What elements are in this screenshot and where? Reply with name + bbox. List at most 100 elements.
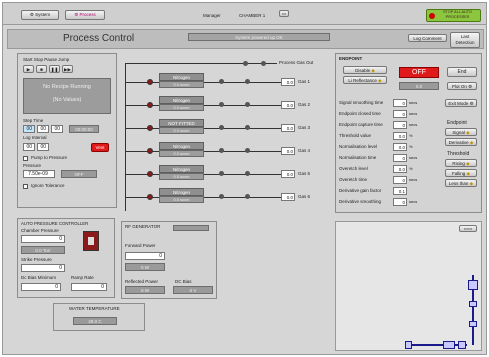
endpoint-param-row: Endpoint closed time 0 secs (339, 110, 419, 119)
gas-label: Gas 6 (298, 194, 311, 199)
ramp-rate-input[interactable]: 0 (71, 283, 107, 291)
valve-icon[interactable] (147, 125, 153, 131)
exit-mode-button[interactable]: Exit Mode ⚙ (445, 99, 477, 107)
li-reflectance-select[interactable]: Li Reflectance ◆ (343, 76, 387, 84)
endpoint-param-name: Derivative smoothing (339, 199, 382, 204)
log-interval-seconds[interactable]: 00 (37, 143, 49, 151)
valve-icon[interactable] (147, 171, 153, 177)
vertical-scroll-thumb[interactable] (468, 280, 478, 290)
plot-panel (335, 221, 482, 351)
pump-label: Pump to Pressure (31, 155, 68, 160)
flow-node-icon (245, 102, 250, 107)
chamber-pressure-state: 0.0 Torr (21, 246, 65, 254)
gas-name: Nitrogen (159, 165, 204, 173)
vent-button[interactable]: Vent (91, 143, 109, 152)
flow-node-icon (219, 102, 224, 107)
dc-bias-min-input[interactable]: 0 (21, 283, 61, 291)
gear-icon: ⚙ (468, 84, 473, 89)
endpoint-param-name: Overetch time (339, 177, 368, 182)
gas-setpoint-input[interactable]: 0.0 (281, 124, 295, 132)
page-title: Process Control (63, 33, 135, 44)
endpoint-param-row: Endpoint capture time 0 secs (339, 121, 419, 130)
log-interval-minutes[interactable]: 00 (23, 143, 35, 151)
forward-power-input[interactable]: 0 (125, 252, 165, 260)
gas-setpoint-input[interactable]: 0.0 (281, 170, 295, 178)
plot-on-button[interactable]: Plot On ⚙ (447, 82, 477, 90)
derivative-button[interactable]: Derivative ◆ (445, 138, 477, 146)
log-comment-button[interactable]: Log Comment (408, 34, 447, 42)
rising-button[interactable]: Rising ◆ (445, 159, 477, 167)
step-time-minutes[interactable]: 00 (37, 125, 49, 133)
endpoint-param-row: Overetch level 0.0% (339, 165, 419, 174)
chamber-toggle-button[interactable]: ▭ (279, 10, 289, 17)
less-than-button[interactable]: Less than ◆ (445, 179, 477, 187)
gas-flow: 0.0 sccm (159, 173, 204, 180)
endpoint-param-unit: secs (409, 155, 418, 160)
endpoint-param-input[interactable]: 0 (393, 99, 407, 107)
valve-icon[interactable] (147, 194, 153, 200)
endpoint-param-input[interactable]: 0.1 (393, 187, 407, 195)
endpoint-param-input[interactable]: 0.0 (393, 132, 407, 140)
chamber-name: CHAMBER 1 (239, 13, 266, 18)
endpoint-param-input[interactable]: 0 (393, 154, 407, 162)
horizontal-scroll-right[interactable] (458, 341, 466, 349)
chamber-pressure-label: Chamber Pressure (21, 228, 59, 233)
valve-icon[interactable] (147, 148, 153, 154)
skip-icon: ▶▶ (64, 67, 71, 72)
horizontal-scroll-thumb[interactable] (443, 341, 455, 349)
pressure-label: Pressure (23, 163, 42, 168)
endpoint-param-input[interactable]: 0 (393, 121, 407, 129)
plot-window-button[interactable]: ▭▭ (459, 225, 477, 232)
chamber-pressure-input[interactable]: 0 (21, 235, 65, 243)
gas-setpoint-input[interactable]: 0.0 (281, 78, 295, 86)
process-button[interactable]: ⚙ Process (65, 10, 105, 20)
gas-setpoint-input[interactable]: 0.0 (281, 101, 295, 109)
endpoint-param-input[interactable]: 0 (393, 198, 407, 206)
rf-status-bar (173, 225, 209, 231)
endpoint-param-input[interactable]: 0 (393, 110, 407, 118)
pump-checkbox[interactable] (23, 156, 28, 161)
pressure-input[interactable]: 7.50e-09 (23, 170, 55, 178)
falling-button[interactable]: Falling ◆ (445, 169, 477, 177)
reflected-power-label: Reflected Power (125, 279, 159, 284)
strike-pressure-input[interactable]: 0 (21, 264, 65, 272)
diamond-icon: ◆ (466, 130, 470, 135)
endpoint-param-input[interactable]: 0 (393, 176, 407, 184)
gas-setpoint-input[interactable]: 0.0 (281, 147, 295, 155)
pause-button[interactable]: ❚❚ (49, 65, 60, 73)
gas-setpoint-input[interactable]: 0.0 (281, 193, 295, 201)
step-time-total: 00:00:00 (69, 125, 99, 133)
apc-title: AUTO PRESSURE CONTROLLER (21, 221, 89, 226)
stop-all-label: STOP ALL AUTO PROCESSES (443, 10, 472, 19)
gas-label: Gas 2 (298, 102, 311, 107)
horizontal-scroll-left[interactable] (405, 341, 412, 349)
system-button[interactable]: ⚙ System (21, 10, 59, 20)
start-button[interactable]: ▶ (23, 65, 34, 73)
vertical-scroll-tick[interactable] (469, 301, 477, 307)
disable-select[interactable]: Disable ◆ (343, 66, 387, 74)
signal-button[interactable]: Signal ◆ (445, 128, 477, 136)
endpoint-param-unit: % (409, 166, 413, 171)
step-time-hours[interactable]: 00 (23, 125, 35, 133)
forward-power-state: 0 W (125, 263, 165, 271)
gas-name: Nitrogen (159, 188, 204, 196)
ignore-tolerance-checkbox[interactable] (23, 184, 28, 189)
last-detection-button[interactable]: Last Detection (450, 32, 480, 48)
status-banner: System powered up OK (188, 33, 330, 41)
jump-button[interactable]: ▶▶ (62, 65, 73, 73)
derivative-label: Derivative (448, 140, 469, 145)
vertical-scroll-tick-2[interactable] (469, 321, 477, 327)
stop-button[interactable]: ■ (36, 65, 47, 73)
valve-icon[interactable] (147, 79, 153, 85)
dc-bias-value: 0 V (173, 286, 213, 294)
gas-flow: 0.0 sccm (159, 127, 204, 134)
step-time-seconds[interactable]: 00 (51, 125, 63, 133)
endpoint-param-input[interactable]: 0.0 (393, 143, 407, 151)
endpoint-param-input[interactable]: 0.0 (393, 165, 407, 173)
valve-icon[interactable] (147, 102, 153, 108)
end-button[interactable]: End (447, 67, 477, 77)
stop-all-button[interactable]: STOP ALL AUTO PROCESSES (426, 9, 481, 22)
diamond-icon-2: ◆ (469, 140, 474, 145)
diamond-icon-5: ◆ (469, 181, 474, 186)
gas-name: Nitrogen (159, 96, 204, 104)
